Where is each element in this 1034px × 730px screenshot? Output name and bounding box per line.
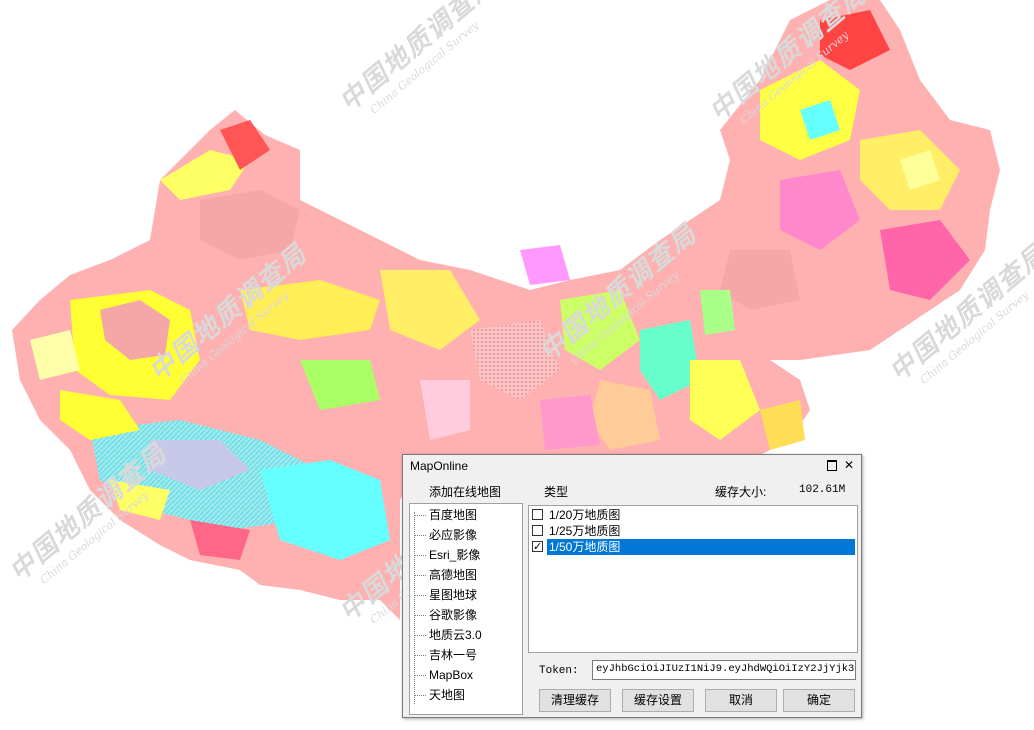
type-item[interactable]: 1/20万地质图 bbox=[531, 507, 855, 523]
type-item-selected[interactable]: 1/50万地质图 bbox=[531, 539, 855, 555]
tree-item-mapbox[interactable]: MapBox bbox=[414, 666, 473, 684]
clear-cache-button[interactable]: 清理缓存 bbox=[539, 689, 611, 712]
tree-item-bing[interactable]: 必应影像 bbox=[414, 526, 477, 544]
token-input[interactable]: eyJhbGciOiJIUzI1NiJ9.eyJhdWQiOiIzY2JjYjk… bbox=[592, 660, 856, 680]
maponline-dialog: MapOnline ✕ 添加在线地图 类型 缓存大小: 102.61M 百度地图… bbox=[402, 454, 862, 718]
close-icon[interactable]: ✕ bbox=[842, 458, 856, 472]
tree-item-esri[interactable]: Esri_影像 bbox=[414, 546, 480, 564]
token-label: Token: bbox=[539, 665, 579, 677]
map-type-list[interactable]: 1/20万地质图 1/25万地质图 1/50万地质图 bbox=[528, 505, 858, 653]
dialog-title: MapOnline bbox=[410, 459, 469, 473]
type-item[interactable]: 1/25万地质图 bbox=[531, 523, 855, 539]
tree-item-jilin[interactable]: 吉林一号 bbox=[414, 646, 477, 664]
cache-settings-button[interactable]: 缓存设置 bbox=[622, 689, 694, 712]
tree-item-google[interactable]: 谷歌影像 bbox=[414, 606, 477, 624]
restore-icon[interactable] bbox=[825, 458, 839, 472]
ok-button[interactable]: 确定 bbox=[783, 689, 855, 712]
cache-size-value: 102.61M bbox=[799, 484, 846, 496]
add-online-map-label: 添加在线地图 bbox=[429, 485, 502, 499]
checkbox[interactable] bbox=[532, 509, 543, 520]
dialog-titlebar[interactable]: MapOnline ✕ bbox=[403, 455, 861, 477]
tree-item-gaode[interactable]: 高德地图 bbox=[414, 566, 477, 584]
cancel-button[interactable]: 取消 bbox=[705, 689, 777, 712]
checkbox-checked[interactable] bbox=[532, 539, 543, 555]
online-map-tree[interactable]: 百度地图 必应影像 Esri_影像 高德地图 星图地球 谷歌影像 地质云3.0 … bbox=[409, 503, 523, 715]
tree-item-tianditu[interactable]: 天地图 bbox=[414, 686, 465, 704]
tree-item-dizhiyun[interactable]: 地质云3.0 bbox=[414, 626, 482, 644]
tree-item-baidu[interactable]: 百度地图 bbox=[414, 506, 477, 524]
type-label: 类型 bbox=[544, 485, 569, 499]
tree-item-xingtu[interactable]: 星图地球 bbox=[414, 586, 477, 604]
cache-size-label: 缓存大小: bbox=[715, 485, 767, 499]
checkbox[interactable] bbox=[532, 525, 543, 536]
